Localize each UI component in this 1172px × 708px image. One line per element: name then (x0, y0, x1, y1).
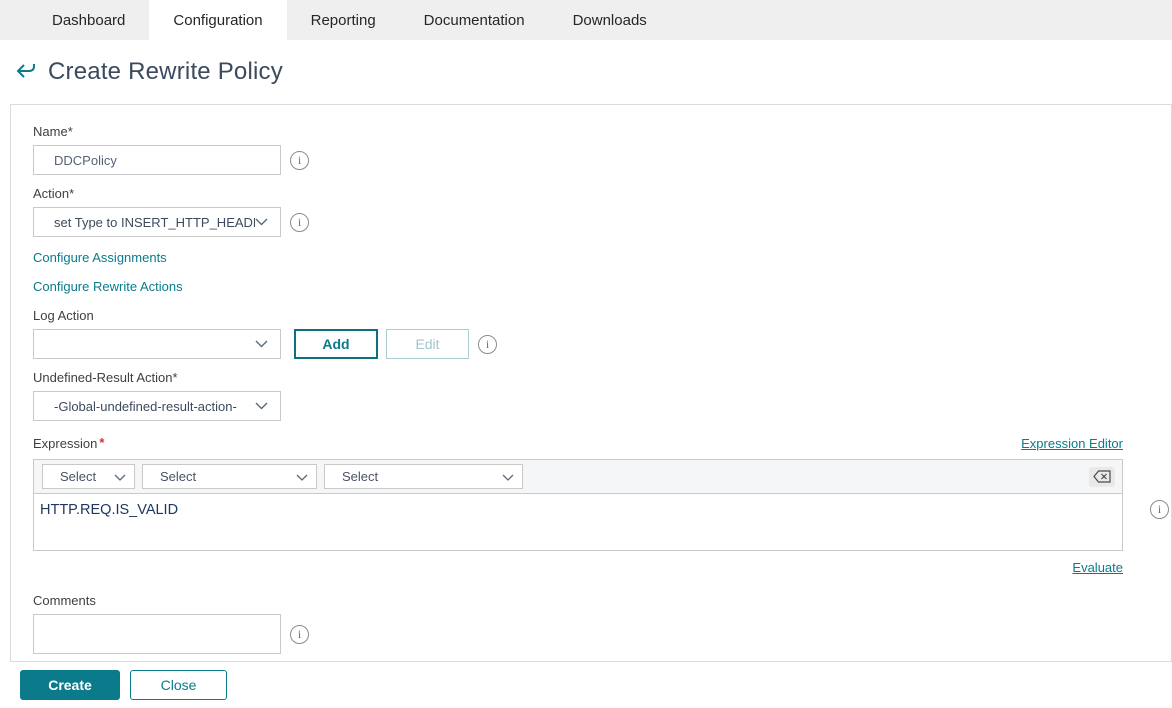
evaluate-link[interactable]: Evaluate (1072, 560, 1123, 575)
action-info-icon[interactable]: i (290, 212, 309, 232)
comments-info-icon[interactable]: i (290, 624, 309, 644)
page-header: Create Rewrite Policy (0, 40, 1172, 104)
log-action-dropdown[interactable] (33, 329, 281, 359)
create-rewrite-policy-page: Dashboard Configuration Reporting Docume… (0, 0, 1172, 708)
name-info-icon[interactable]: i (290, 150, 309, 170)
expression-textarea[interactable]: HTTP.REQ.IS_VALID (33, 493, 1123, 551)
chevron-down-icon (255, 335, 268, 353)
chevron-down-icon (296, 468, 308, 486)
comments-field-group: Comments i (33, 593, 1171, 654)
tab-reporting[interactable]: Reporting (287, 0, 400, 40)
create-button[interactable]: Create (20, 670, 120, 700)
close-button[interactable]: Close (130, 670, 227, 700)
footer-actions: Create Close (20, 670, 1172, 700)
comments-label: Comments (33, 593, 96, 608)
action-field-group: Action* set Type to INSERT_HTTP_HEADER i (33, 186, 1171, 237)
name-label: Name* (33, 124, 73, 139)
edit-button[interactable]: Edit (386, 329, 469, 359)
form-panel: Name* i Action* set Type to INSERT_HTTP_… (10, 104, 1172, 662)
configure-rewrite-actions-link[interactable]: Configure Rewrite Actions (33, 279, 1171, 294)
expression-label: Expression * (33, 435, 105, 451)
name-input[interactable] (33, 145, 281, 175)
log-action-info-icon[interactable]: i (478, 334, 497, 354)
action-dropdown[interactable]: set Type to INSERT_HTTP_HEADER (33, 207, 281, 237)
expression-select-1[interactable]: Select (42, 464, 135, 489)
clear-expression-icon[interactable] (1089, 466, 1115, 487)
page-title: Create Rewrite Policy (48, 58, 283, 85)
top-navbar: Dashboard Configuration Reporting Docume… (0, 0, 1172, 40)
chevron-down-icon (502, 468, 514, 486)
tab-downloads[interactable]: Downloads (549, 0, 671, 40)
tab-configuration[interactable]: Configuration (149, 0, 287, 40)
expression-select-2[interactable]: Select (142, 464, 317, 489)
expression-select-3[interactable]: Select (324, 464, 523, 489)
add-button[interactable]: Add (294, 329, 378, 359)
tab-documentation[interactable]: Documentation (400, 0, 549, 40)
action-selected-value: set Type to INSERT_HTTP_HEADER (54, 214, 255, 230)
configure-assignments-link[interactable]: Configure Assignments (33, 250, 1171, 265)
chevron-down-icon (114, 468, 126, 486)
tab-dashboard[interactable]: Dashboard (28, 0, 149, 40)
log-action-label: Log Action (33, 308, 94, 323)
undefined-result-selected-value: -Global-undefined-result-action- (54, 398, 237, 414)
expression-toolbar: Select Select Select (33, 459, 1123, 494)
undefined-result-dropdown[interactable]: -Global-undefined-result-action- (33, 391, 281, 421)
log-action-field-group: Log Action Add Edit i (33, 308, 1171, 359)
back-arrow-icon[interactable] (13, 59, 39, 85)
configure-links: Configure Assignments Configure Rewrite … (33, 250, 1171, 294)
undefined-result-label: Undefined-Result Action* (33, 370, 178, 385)
expression-info-icon[interactable]: i (1150, 500, 1169, 519)
expression-section: Expression * Expression Editor Select Sel… (33, 435, 1169, 577)
name-field-group: Name* i (33, 124, 1171, 175)
expression-editor-link[interactable]: Expression Editor (1021, 436, 1123, 451)
chevron-down-icon (255, 213, 268, 231)
chevron-down-icon (255, 397, 268, 415)
comments-input[interactable] (33, 614, 281, 654)
undefined-result-field-group: Undefined-Result Action* -Global-undefin… (33, 370, 1171, 421)
action-label: Action* (33, 186, 75, 201)
